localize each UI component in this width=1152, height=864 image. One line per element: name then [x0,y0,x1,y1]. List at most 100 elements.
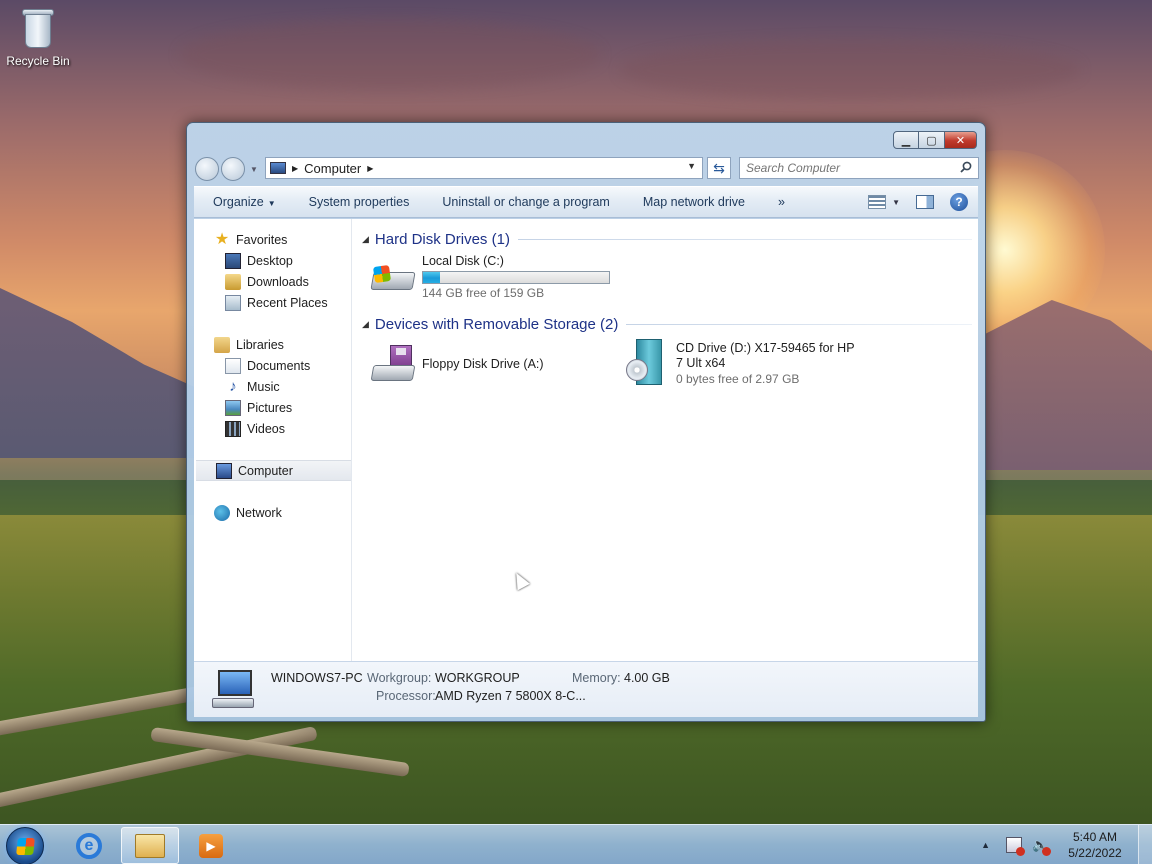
search-box[interactable] [739,157,979,179]
drive-floppy-a[interactable]: Floppy Disk Drive (A:) [370,339,624,389]
processor-value: AMD Ryzen 7 5800X 8-C... [435,689,586,703]
recycle-bin-label: Recycle Bin [6,54,70,68]
group-header-removable-storage[interactable]: ◢ Devices with Removable Storage (2) [362,314,972,334]
windows-logo-icon [16,838,35,855]
organize-label: Organize [213,195,264,209]
drive-local-disk-c[interactable]: Local Disk (C:) 144 GB free of 159 GB [370,254,624,304]
breadcrumb-computer[interactable]: Computer [304,161,361,176]
collapse-triangle-icon[interactable]: ◢ [362,234,369,245]
film-icon [225,420,241,437]
show-desktop-button[interactable] [1138,825,1152,864]
command-bar: Organize ▼ System properties Uninstall or… [194,186,978,218]
internet-explorer-icon: e [76,832,102,859]
sidebar-item-videos[interactable]: Videos [194,418,351,439]
preview-pane-button[interactable] [916,195,934,209]
downloads-folder-icon [225,273,241,290]
drive-row: Local Disk (C:) 144 GB free of 159 GB [370,254,972,304]
memory-value: 4.00 GB [624,671,670,685]
disk-usage-bar [422,271,610,284]
sidebar-item-network[interactable]: Network [194,502,351,523]
recent-pages-dropdown[interactable]: ▼ [250,165,258,174]
more-commands-button[interactable]: » [778,195,800,209]
uninstall-program-button[interactable]: Uninstall or change a program [442,195,624,209]
sidebar-item-favorites[interactable]: ★ Favorites [194,229,351,250]
taskbar: e ▶ ▲ 🔈 5:40 AM 5/22/2022 [0,824,1152,864]
minimize-button[interactable]: ▁ [893,131,919,149]
group-divider [626,323,972,325]
folder-icon [135,833,165,858]
workgroup-value: WORKGROUP [435,671,520,685]
hard-drive-icon [370,254,416,296]
organize-button[interactable]: Organize ▼ [213,195,291,209]
group-title: Hard Disk Drives (1) [374,230,510,248]
sidebar-item-label: Favorites [236,232,288,247]
star-icon: ★ [214,230,230,248]
picture-icon [225,399,241,416]
breadcrumb-arrow-icon[interactable]: ▶ [367,164,373,173]
taskbar-media-player[interactable]: ▶ [182,827,240,864]
clock[interactable]: 5:40 AM 5/22/2022 [1058,829,1132,861]
system-tray: ▲ 🔈 5:40 AM 5/22/2022 [981,825,1152,864]
recycle-bin-shortcut[interactable]: Recycle Bin [4,6,72,68]
sky-cloud [180,20,600,90]
chevron-down-icon: ▼ [892,197,900,207]
system-properties-button[interactable]: System properties [309,195,425,209]
sidebar-item-music[interactable]: ♪ Music [194,376,351,397]
sidebar-item-label: Computer [238,463,293,478]
close-button[interactable]: ✕ [945,131,977,149]
sidebar-item-label: Recent Places [247,295,328,310]
sidebar-item-libraries[interactable]: Libraries [194,334,351,355]
sidebar-item-computer[interactable]: Computer [196,460,351,481]
desktop-icon [225,252,241,269]
address-bar[interactable]: ▶ Computer ▶ ▼ [265,157,703,179]
chevron-down-icon: ▼ [267,199,276,208]
back-button[interactable] [195,157,219,181]
sidebar-item-pictures[interactable]: Pictures [194,397,351,418]
sidebar-item-desktop[interactable]: Desktop [194,250,351,271]
file-list: ◢ Hard Disk Drives (1) Local Disk (C:) 1… [352,219,978,661]
drive-info: Local Disk (C:) 144 GB free of 159 GB [422,254,610,301]
breadcrumb-arrow-icon[interactable]: ▶ [292,164,298,173]
sidebar-item-label: Downloads [247,274,309,289]
drive-row: Floppy Disk Drive (A:) CD Drive (D:) X17… [370,339,972,389]
computer-icon [216,462,232,479]
sidebar-item-documents[interactable]: Documents [194,355,351,376]
sidebar-item-downloads[interactable]: Downloads [194,271,351,292]
view-controls: ▼ ? [868,193,968,211]
view-icon [868,195,887,209]
taskbar-internet-explorer[interactable]: e [60,827,118,864]
maximize-button[interactable]: ▢ [919,131,945,149]
sidebar-item-label: Network [236,505,282,520]
computer-icon [270,162,286,174]
help-icon[interactable]: ? [950,193,968,211]
collapse-triangle-icon[interactable]: ◢ [362,319,369,330]
group-divider [517,238,972,240]
address-dropdown-icon[interactable]: ▼ [687,161,696,171]
forward-button[interactable] [221,157,245,181]
search-icon[interactable] [960,161,972,173]
search-input[interactable] [740,158,950,178]
recent-places-icon [225,294,241,311]
refresh-button[interactable]: ⇆ [707,157,731,179]
memory-label: Memory: [572,671,621,685]
group-header-hard-disk-drives[interactable]: ◢ Hard Disk Drives (1) [362,229,972,249]
media-player-icon: ▶ [199,833,223,858]
group-title: Devices with Removable Storage (2) [374,315,619,333]
volume-icon[interactable]: 🔈 [1032,837,1051,856]
mountain-right [985,300,1152,470]
start-button[interactable] [6,827,44,864]
action-center-icon[interactable] [1006,837,1025,856]
drive-name: Local Disk (C:) [422,254,504,268]
computer-icon [212,670,258,708]
show-hidden-icons-button[interactable]: ▲ [981,840,990,850]
drive-free-space: 144 GB free of 159 GB [422,286,545,300]
explorer-window: ▁ ▢ ✕ ▼ ▶ Computer ▶ ▼ ⇆ Organize▼ Syste… [186,122,986,722]
drive-cd-d[interactable]: CD Drive (D:) X17-59465 for HP 7 Ult x64… [624,339,864,389]
pc-name: WINDOWS7-PC [271,671,363,685]
change-view-button[interactable]: ▼ [868,195,900,209]
map-network-drive-button[interactable]: Map network drive [643,195,760,209]
taskbar-windows-explorer[interactable] [121,827,179,864]
sidebar-item-recent-places[interactable]: Recent Places [194,292,351,313]
window-controls: ▁ ▢ ✕ [893,131,977,149]
libraries-icon [214,336,230,353]
